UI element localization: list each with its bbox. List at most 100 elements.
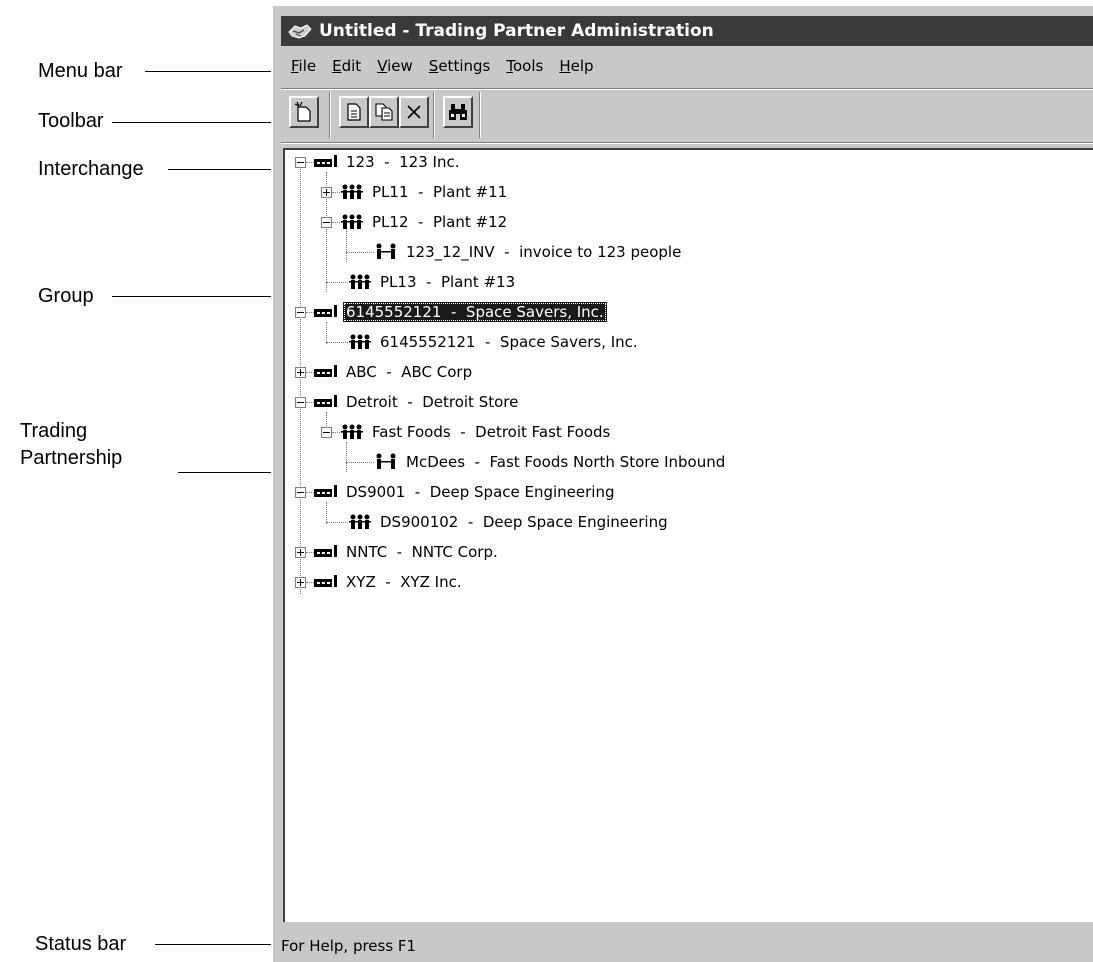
expand-toggle[interactable] bbox=[295, 367, 306, 378]
interchange-icon bbox=[314, 485, 337, 497]
partnership-icon bbox=[376, 243, 396, 259]
tree-node-interchange[interactable]: ABC - ABC Corp bbox=[313, 360, 475, 384]
callout-line-menu-bar bbox=[145, 71, 290, 72]
new-icon bbox=[294, 101, 311, 122]
callout-menu-bar: Menu bar bbox=[38, 60, 123, 82]
group-icon bbox=[341, 424, 363, 439]
menu-help[interactable]: Help bbox=[557, 57, 595, 75]
tree-node-group[interactable]: PL12 - Plant #12 bbox=[339, 210, 510, 234]
binoculars-icon bbox=[449, 104, 467, 120]
tree-line bbox=[326, 522, 348, 523]
node-label: 123_12_INV - invoice to 123 people bbox=[406, 243, 682, 261]
tree-node-partnership[interactable]: 123_12_INV - invoice to 123 people bbox=[373, 240, 684, 264]
copy-button[interactable] bbox=[369, 96, 399, 128]
window-title: Untitled - Trading Partner Administratio… bbox=[319, 21, 714, 41]
collapse-toggle[interactable] bbox=[295, 487, 306, 498]
collapse-toggle[interactable] bbox=[295, 307, 306, 318]
toolbar-separator bbox=[479, 92, 481, 138]
title-bar[interactable]: Untitled - Trading Partner Administratio… bbox=[281, 16, 1093, 46]
node-label: PL11 - Plant #11 bbox=[372, 183, 508, 201]
group-icon bbox=[341, 214, 363, 229]
node-label: 6145552121 - Space Savers, Inc. bbox=[343, 302, 607, 322]
toolbar-divider bbox=[281, 142, 1093, 144]
tree-line bbox=[326, 322, 327, 344]
tree-line bbox=[326, 282, 348, 283]
node-label: Detroit - Detroit Store bbox=[346, 393, 519, 411]
status-text: For Help, press F1 bbox=[281, 937, 417, 955]
tree-line bbox=[346, 442, 347, 472]
tree-node-interchange-selected[interactable]: 6145552121 - Space Savers, Inc. bbox=[313, 300, 607, 324]
collapse-toggle[interactable] bbox=[295, 397, 306, 408]
copy-icon bbox=[375, 103, 393, 121]
tree-node-interchange[interactable]: 123 - 123 Inc. bbox=[313, 150, 462, 174]
app-window: Untitled - Trading Partner Administratio… bbox=[271, 6, 1093, 962]
tree-line bbox=[300, 162, 301, 594]
node-label: NNTC - NNTC Corp. bbox=[346, 543, 498, 561]
menu-settings[interactable]: Settings bbox=[427, 57, 493, 75]
interchange-icon bbox=[314, 305, 337, 317]
callout-line-interchange bbox=[168, 169, 288, 170]
callout-trading-partnership-line2: Partnership bbox=[20, 447, 123, 469]
tree-node-group[interactable]: DS900102 - Deep Space Engineering bbox=[347, 510, 671, 534]
tree-node-partnership[interactable]: McDees - Fast Foods North Store Inbound bbox=[373, 450, 728, 474]
partnership-icon bbox=[376, 453, 396, 469]
menu-tools[interactable]: Tools bbox=[504, 57, 545, 75]
node-label: 6145552121 - Space Savers, Inc. bbox=[380, 333, 638, 351]
interchange-icon bbox=[314, 155, 337, 167]
tree-line bbox=[346, 252, 374, 253]
tree-node-group[interactable]: PL11 - Plant #11 bbox=[339, 180, 510, 204]
node-label: XYZ - XYZ Inc. bbox=[346, 573, 462, 591]
tree-line bbox=[326, 342, 348, 343]
node-label: PL12 - Plant #12 bbox=[372, 213, 508, 231]
toolbar bbox=[283, 92, 1093, 140]
delete-button[interactable] bbox=[399, 96, 429, 128]
callout-trading-partnership-line1: Trading bbox=[20, 420, 88, 442]
find-button[interactable] bbox=[443, 96, 473, 128]
tree-node-interchange[interactable]: NNTC - NNTC Corp. bbox=[313, 540, 501, 564]
node-label: Fast Foods - Detroit Fast Foods bbox=[372, 423, 611, 441]
collapse-toggle[interactable] bbox=[321, 427, 332, 438]
expand-toggle[interactable] bbox=[295, 577, 306, 588]
partner-tree[interactable]: 123 - 123 Inc. PL11 - Plant #11 PL12 - P… bbox=[283, 148, 1093, 922]
tree-line bbox=[346, 462, 374, 463]
menu-bar: File Edit View Settings Tools Help bbox=[281, 50, 1093, 82]
menu-file[interactable]: File bbox=[289, 57, 318, 75]
tree-node-group[interactable]: Fast Foods - Detroit Fast Foods bbox=[339, 420, 613, 444]
menu-toolbar-divider bbox=[281, 88, 1093, 90]
collapse-toggle[interactable] bbox=[321, 217, 332, 228]
tree-node-group[interactable]: PL13 - Plant #13 bbox=[347, 270, 518, 294]
callout-toolbar: Toolbar bbox=[38, 110, 104, 132]
toolbar-separator bbox=[329, 92, 331, 138]
tree-node-interchange[interactable]: Detroit - Detroit Store bbox=[313, 390, 521, 414]
callout-status-bar: Status bar bbox=[35, 933, 127, 955]
callout-line-status-bar bbox=[155, 944, 277, 945]
interchange-icon bbox=[314, 365, 337, 377]
delete-icon bbox=[407, 105, 421, 119]
menu-edit[interactable]: Edit bbox=[330, 57, 363, 75]
expand-toggle[interactable] bbox=[295, 547, 306, 558]
callout-line-toolbar bbox=[112, 122, 287, 123]
group-icon bbox=[349, 274, 371, 289]
interchange-icon bbox=[314, 545, 337, 557]
callout-group: Group bbox=[38, 285, 94, 307]
properties-icon bbox=[347, 103, 361, 121]
expand-toggle[interactable] bbox=[321, 187, 332, 198]
handshake-app-icon bbox=[287, 20, 313, 42]
node-label: DS900102 - Deep Space Engineering bbox=[380, 513, 668, 531]
new-button[interactable] bbox=[289, 96, 319, 128]
interchange-icon bbox=[314, 575, 337, 587]
node-label: PL13 - Plant #13 bbox=[380, 273, 516, 291]
menu-view[interactable]: View bbox=[375, 57, 415, 75]
node-label: 123 - 123 Inc. bbox=[346, 153, 460, 171]
properties-button[interactable] bbox=[339, 96, 369, 128]
tree-node-group[interactable]: 6145552121 - Space Savers, Inc. bbox=[347, 330, 641, 354]
tree-node-interchange[interactable]: XYZ - XYZ Inc. bbox=[313, 570, 465, 594]
tree-node-interchange[interactable]: DS9001 - Deep Space Engineering bbox=[313, 480, 618, 504]
group-icon bbox=[349, 514, 371, 529]
node-label: McDees - Fast Foods North Store Inbound bbox=[406, 453, 726, 471]
node-label: DS9001 - Deep Space Engineering bbox=[346, 483, 615, 501]
collapse-toggle[interactable] bbox=[295, 157, 306, 168]
node-label: ABC - ABC Corp bbox=[346, 363, 473, 381]
status-bar: For Help, press F1 bbox=[281, 930, 1093, 962]
tree-line bbox=[326, 502, 327, 524]
